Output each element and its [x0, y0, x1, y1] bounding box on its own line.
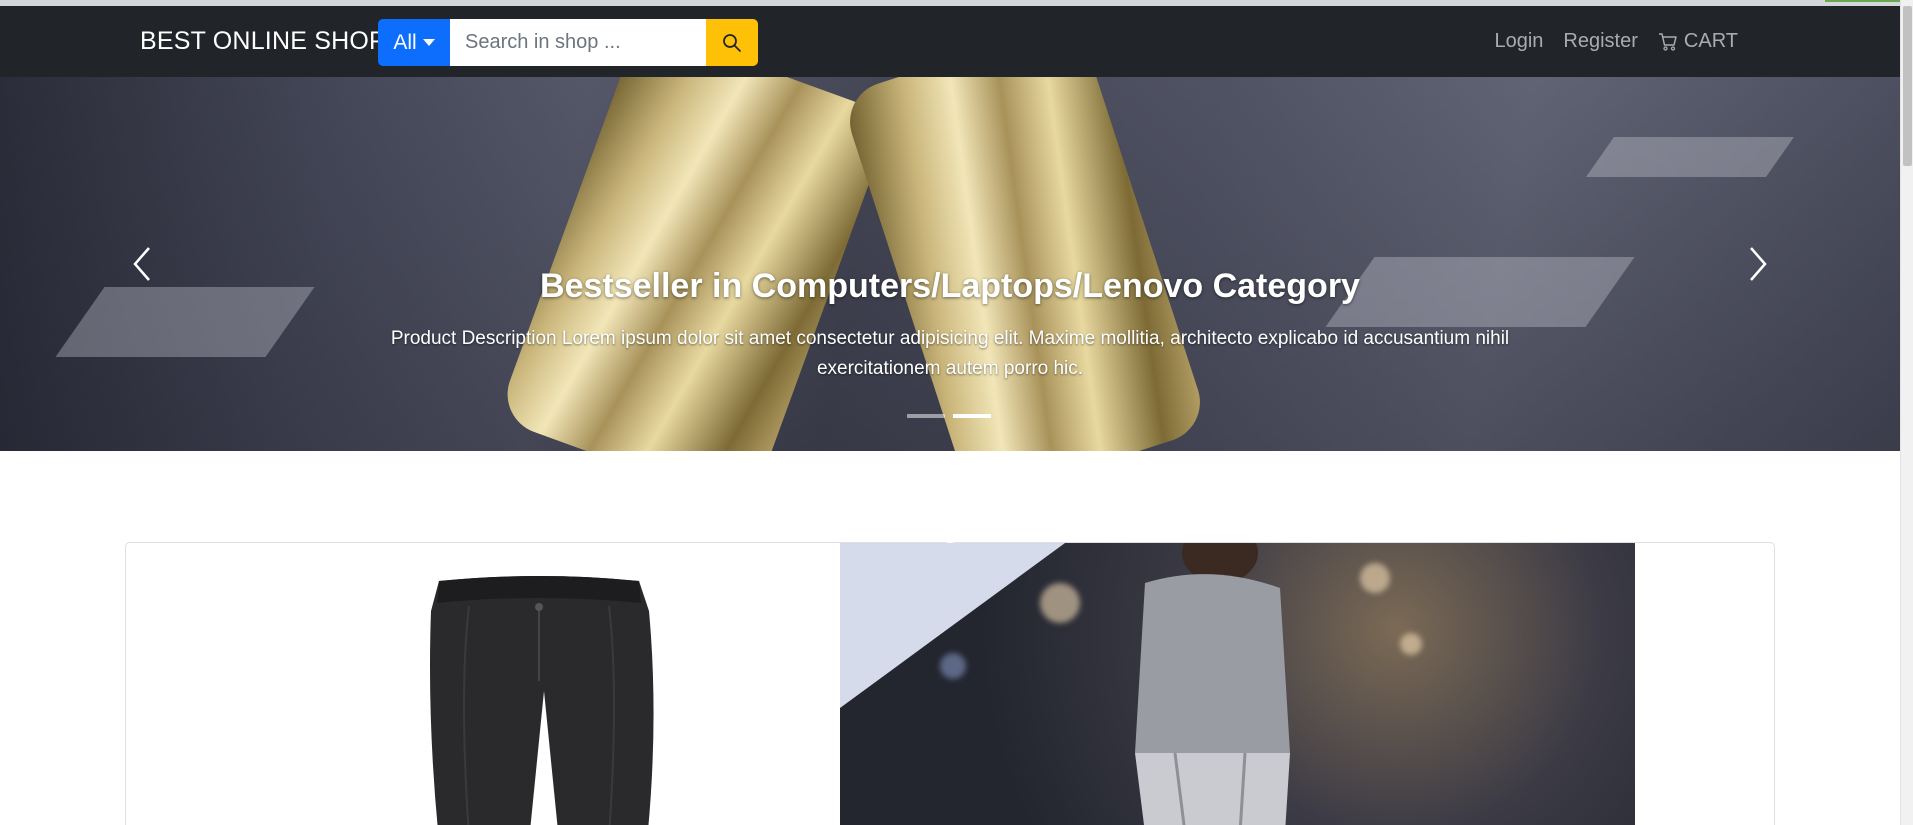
search-icon	[723, 33, 741, 52]
carousel-indicator-1[interactable]	[907, 414, 945, 418]
register-link[interactable]: Register	[1563, 30, 1637, 53]
login-link[interactable]: Login	[1494, 30, 1543, 53]
search-button[interactable]	[706, 19, 758, 66]
photo-model-figure	[1135, 543, 1290, 825]
category-dropdown-button[interactable]: All	[378, 19, 450, 66]
hero-description: Product Description Lorem ipsum dolor si…	[390, 328, 1510, 379]
scrollbar-thumb[interactable]	[1903, 6, 1912, 166]
search-input[interactable]	[450, 19, 706, 66]
cart-icon	[1658, 32, 1677, 51]
search-group: All	[378, 19, 758, 66]
category-dropdown-label: All	[393, 30, 417, 54]
carousel-indicator-2[interactable]	[953, 414, 991, 418]
nav-links: Login Register CART	[1494, 30, 1738, 53]
hero-bg-stripe	[1585, 137, 1795, 177]
hero-caption: Bestseller in Computers/Laptops/Lenovo C…	[0, 267, 1900, 384]
cart-link[interactable]: CART	[1658, 30, 1738, 53]
product-image-model-photo	[840, 543, 1635, 825]
carousel-indicators	[907, 414, 991, 418]
page-scrollbar[interactable]	[1900, 0, 1913, 825]
top-accent-bar	[1825, 0, 1900, 2]
hero-trouser-right	[839, 77, 1211, 451]
photo-corner-triangle	[840, 543, 1065, 708]
product-card[interactable]	[125, 542, 950, 825]
cart-label: CART	[1683, 30, 1738, 52]
photo-bokeh-light	[1360, 563, 1390, 593]
product-image-black-trousers	[430, 576, 654, 825]
login-label: Login	[1494, 30, 1544, 52]
hero-title: Bestseller in Computers/Laptops/Lenovo C…	[540, 267, 1360, 305]
hero-carousel: Bestseller in Computers/Laptops/Lenovo C…	[0, 77, 1900, 451]
brand-logo[interactable]: BEST ONLINE SHOP	[140, 27, 386, 56]
navbar: BEST ONLINE SHOP All Login Register CART	[0, 6, 1900, 77]
chevron-down-icon	[422, 39, 435, 46]
photo-bokeh-light	[1400, 633, 1422, 655]
hero-trouser-left	[496, 77, 894, 451]
register-label: Register	[1563, 30, 1638, 52]
